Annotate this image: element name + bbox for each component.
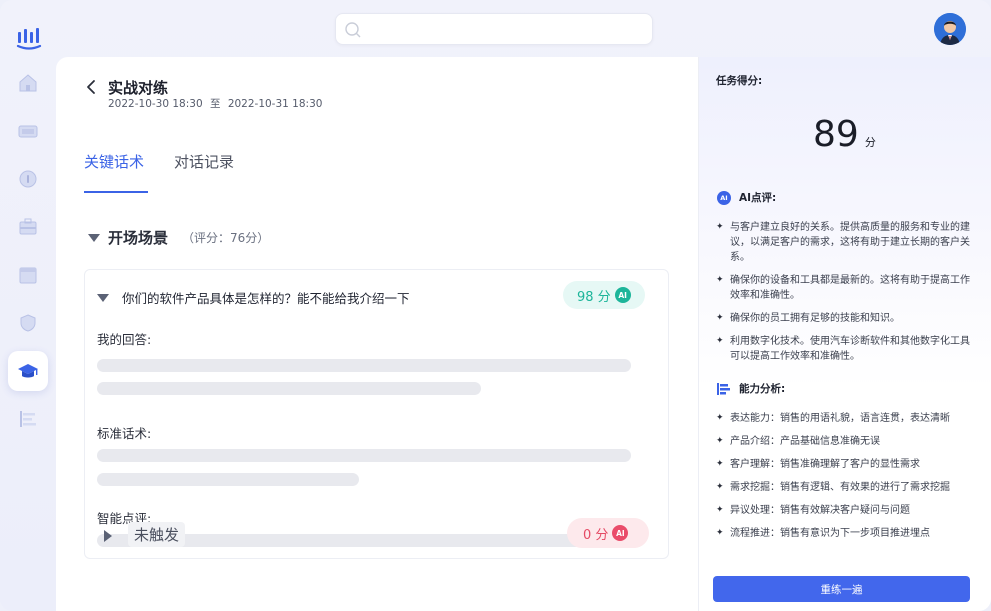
ability-header: 能力分析: [717,381,785,396]
list-item: ✦ 确保你的设备和工具都是最新的。这将有助于提高工作效率和准确性。 [716,275,970,301]
skeleton-line [97,359,631,372]
score-badge: 98 分 AI [563,281,645,309]
page-title: 实战对练 [108,79,169,97]
list-item: ✦ 异议处理：销售有效解决客户疑问与问题 [716,505,910,516]
ability-list: ✦ 表达能力：销售的用语礼貌，语言连贯，表达清晰 ✦ 产品介绍：产品基础信息准确无误… [716,411,974,549]
user-avatar-icon [934,13,966,45]
section-score: （评分：76分） [182,231,270,245]
untriggered-tag: 未触发 [128,522,186,547]
section-title: 开场场景 [108,229,169,247]
sparkle-icon: ✦ [716,413,724,423]
list-item: ✦ 流程推进：销售有意识为下一步项目推进埋点 [716,528,930,539]
tab-conversation-log[interactable]: 对话记录 [174,151,234,172]
tab-key-phrases[interactable]: 关键话术 [84,151,144,172]
sparkle-icon: ✦ [716,275,724,285]
standard-phrase-label: 标准话术: [97,426,152,441]
sparkle-icon: ✦ [716,459,724,469]
ai-icon: AI [717,190,731,205]
search-icon [345,22,361,38]
skeleton-line [97,473,359,486]
question-card: 你们的软件产品具体是怎样的？能不能给我介绍一下 98 分 AI 我的回答: 标准… [84,269,669,559]
sparkle-icon: ✦ [716,436,724,446]
logo-icon [16,28,42,50]
calendar-icon [19,267,37,284]
shield-icon [20,314,36,332]
list-item: ✦ 与客户建立良好的关系。提供高质量的服务和专业的建议，以满足客户的需求，这将有助… [716,222,970,263]
sparkle-icon: ✦ [716,222,724,232]
ability-title: 能力分析: [739,383,786,395]
sparkle-icon: ✦ [716,336,724,346]
task-score: 89 分 [813,114,876,155]
video-icon [18,125,38,138]
score-value: 98 分 [577,289,611,305]
sparkle-icon: ✦ [716,313,724,323]
home-icon [19,74,37,92]
tab-active-indicator [84,191,148,193]
zero-score-value: 0 分 [583,527,609,543]
task-score-value: 89 [813,114,859,155]
list-item: ✦ 确保你的员工拥有足够的技能和知识。 [716,313,900,324]
task-score-label: 任务得分: [716,75,763,87]
avatar[interactable] [934,13,966,45]
sparkle-icon: ✦ [716,482,724,492]
bar-chart-icon [717,382,730,395]
sidebar-item-video[interactable] [8,111,48,151]
skeleton-line [97,449,631,462]
ai-icon: AI [614,287,631,303]
caret-down-icon [97,293,109,302]
caret-down-icon [88,233,100,242]
search-input[interactable] [368,18,638,40]
list-item: ✦ 产品介绍：产品基础信息准确无误 [716,436,880,447]
my-answer-label: 我的回答: [97,332,152,347]
list-item: ✦ 表达能力：销售的用语礼貌，语言连贯，表达清晰 [716,413,950,424]
back-arrow-icon[interactable] [84,79,98,95]
retry-button[interactable]: 重练一遍 [713,576,970,602]
date-range: 2022-10-30 18:30 至 2022-10-31 18:30 [108,96,326,111]
search-box[interactable] [335,13,653,45]
ai-icon: AI [612,525,629,541]
zero-score-badge: 0 分 AI [567,518,649,548]
caret-right-icon [104,530,112,542]
list-item: ✦ 客户理解：销售准确理解了客户的显性需求 [716,459,920,470]
list-item: ✦ 需求挖掘：销售有逻辑、有效果的进行了需求挖掘 [716,482,950,493]
ai-comment-header: AI AI点评: [717,190,776,205]
question-header[interactable]: 你们的软件产品具体是怎样的？能不能给我介绍一下 [97,288,410,307]
list-item: ✦ 利用数字化技术。使用汽车诊断软件和其他数字化工具可以提高工作效率和准确性。 [716,336,970,362]
date-end: 2022-10-31 18:30 [227,98,323,110]
skeleton-line [97,382,481,395]
section-header[interactable]: 开场场景 （评分：76分） [88,227,269,248]
sidebar-item-training[interactable] [8,351,48,391]
question-text: 你们的软件产品具体是怎样的？能不能给我介绍一下 [122,291,410,306]
sidebar-item-briefcase[interactable] [8,207,48,247]
untriggered-row[interactable]: 未触发 0 分 AI [94,518,684,554]
ai-comment-title: AI点评: [739,192,777,204]
briefcase-icon [19,218,37,235]
sparkle-icon: ✦ [716,528,724,538]
score-panel: 任务得分: 89 分 AI AI点评: ✦ 与客户建立良好的关系。提供高质量的服务… [699,57,991,611]
sidebar-item-shield[interactable] [8,303,48,343]
sidebar-item-compass[interactable] [8,159,48,199]
ai-comment-list: ✦ 与客户建立良好的关系。提供高质量的服务和专业的建议，以满足客户的需求，这将有助… [716,220,974,372]
sidebar-item-home[interactable] [8,63,48,103]
task-score-unit: 分 [864,136,876,149]
bar-list-icon [20,411,36,427]
date-start: 2022-10-30 18:30 [108,98,203,110]
graduation-cap-icon [18,364,38,378]
sidebar [0,0,56,611]
sidebar-item-list[interactable] [8,399,48,439]
sidebar-item-calendar[interactable] [8,255,48,295]
sparkle-icon: ✦ [716,505,724,515]
app-window: 实战对练 2022-10-30 18:30 至 2022-10-31 18:30… [0,0,991,611]
date-separator: 至 [209,98,221,110]
compass-icon [19,170,37,188]
